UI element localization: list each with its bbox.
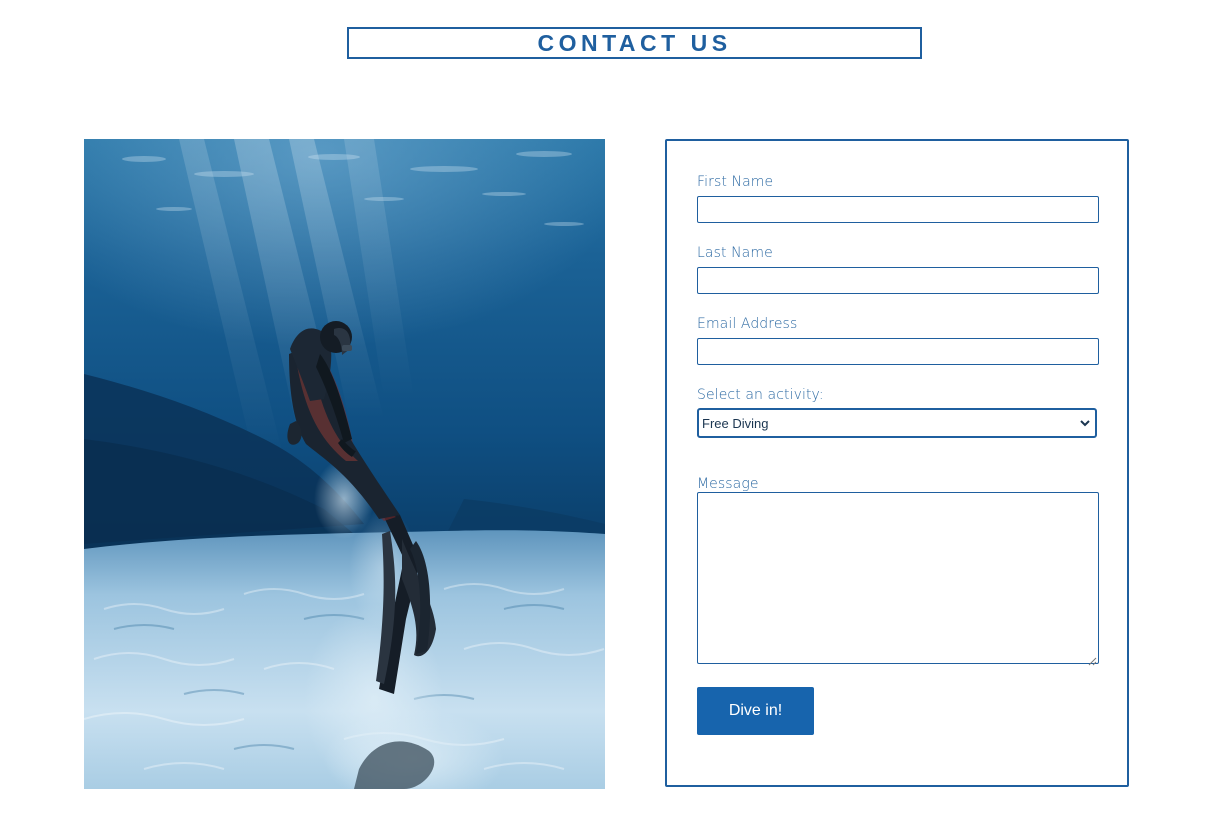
first-name-input[interactable]	[697, 196, 1099, 223]
page-title: CONTACT US	[537, 29, 732, 56]
last-name-input[interactable]	[697, 267, 1099, 294]
submit-button[interactable]: Dive in!	[697, 687, 814, 735]
email-label: Email Address	[697, 316, 798, 332]
contact-page: CONTACT US First Name Last Name Email Ad…	[0, 0, 1231, 824]
message-textarea[interactable]	[697, 492, 1099, 666]
first-name-label: First Name	[697, 174, 774, 190]
freediver-photo	[84, 139, 605, 789]
chevron-down-icon	[1079, 417, 1091, 429]
activity-selected-value: Free Diving	[702, 415, 769, 431]
last-name-label: Last Name	[697, 245, 773, 261]
page-title-box: CONTACT US	[347, 27, 922, 59]
email-input[interactable]	[697, 338, 1099, 365]
activity-label: Select an activity:	[697, 387, 824, 403]
contact-form: First Name Last Name Email Address Selec…	[665, 139, 1129, 787]
resize-grip-icon[interactable]	[1088, 653, 1097, 666]
activity-select[interactable]: Free Diving	[697, 408, 1097, 438]
message-label: Message	[697, 476, 759, 492]
